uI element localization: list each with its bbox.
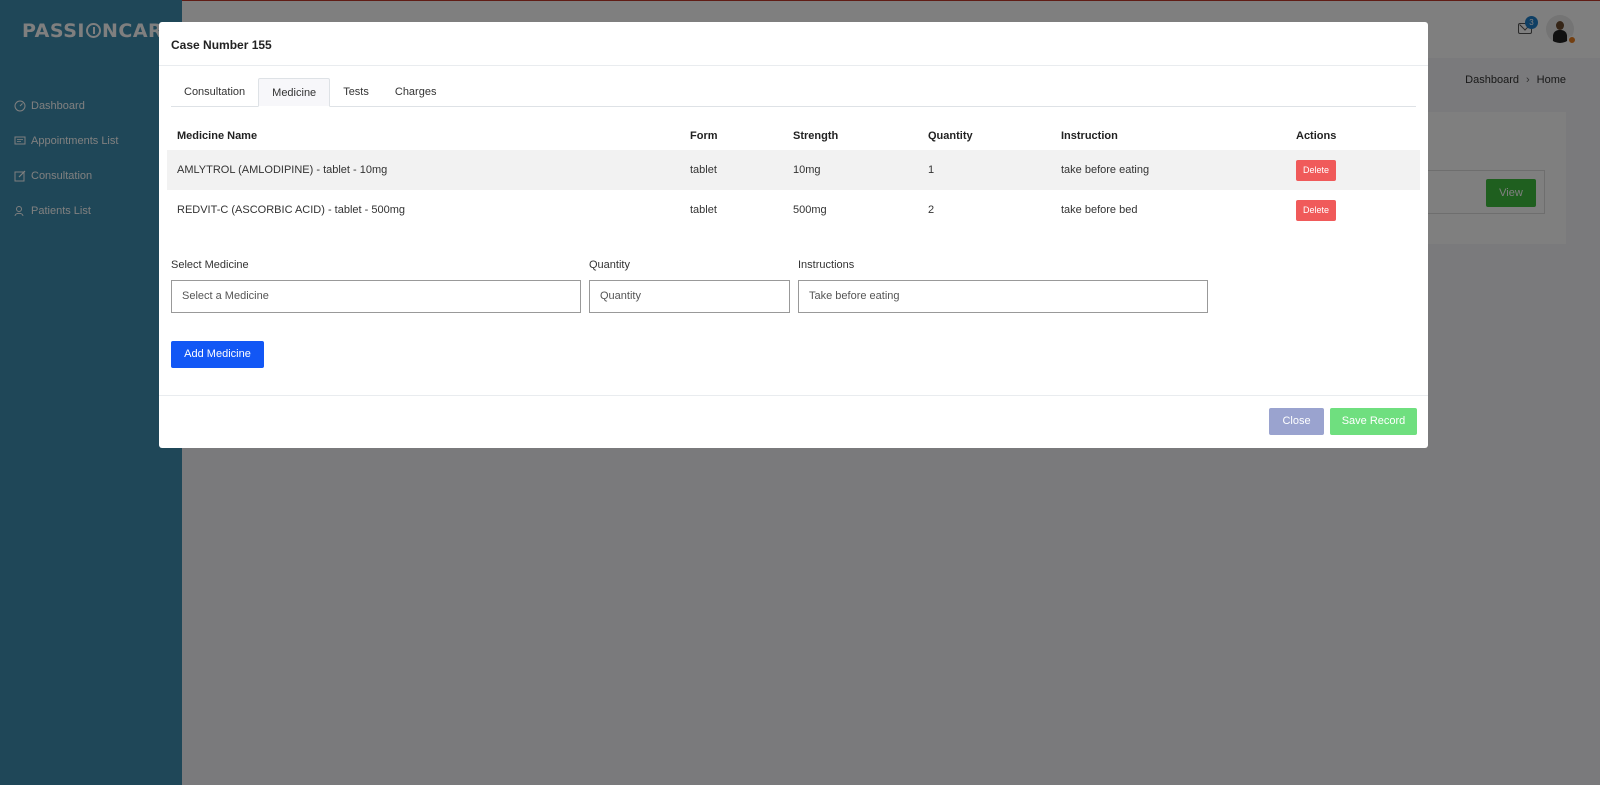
case-modal: Case Number 155 Consultation Medicine Te… — [159, 22, 1428, 448]
tab-medicine[interactable]: Medicine — [258, 78, 331, 107]
cell-form: tablet — [680, 150, 783, 190]
save-record-button[interactable]: Save Record — [1330, 408, 1417, 435]
select-medicine-label: Select Medicine — [171, 259, 249, 271]
header-quantity: Quantity — [928, 130, 973, 142]
cell-form: tablet — [690, 204, 717, 216]
cell-actions: Delete — [1286, 150, 1420, 190]
cell-instruction: take before bed — [1061, 204, 1138, 216]
header-actions: Actions — [1296, 130, 1337, 142]
header-instruction: Instruction — [1061, 130, 1118, 142]
quantity-label: Quantity — [589, 259, 630, 271]
modal-footer: Close Save Record — [159, 395, 1428, 448]
tab-bar: Consultation Medicine Tests Charges — [171, 78, 1416, 107]
table-row: AMLYTROL (AMLODIPINE) - tablet - 10mg ta… — [167, 150, 1420, 190]
table-header-row: Medicine Name Form Strength Quantity Ins… — [167, 122, 1420, 150]
header-form: Form — [690, 130, 718, 142]
cell-strength: 500mg — [793, 204, 827, 216]
delete-button[interactable]: Delete — [1296, 199, 1337, 221]
header-strength: Strength — [793, 130, 839, 142]
cell-quantity: 1 — [918, 150, 1051, 190]
cell-medicine-name: REDVIT-C (ASCORBIC ACID) - tablet - 500m… — [177, 204, 405, 216]
modal-header: Case Number 155 — [159, 22, 1428, 66]
tab-consultation[interactable]: Consultation — [171, 78, 258, 107]
tab-charges[interactable]: Charges — [382, 78, 450, 107]
cell-quantity: 2 — [928, 204, 935, 216]
tab-tests[interactable]: Tests — [330, 78, 382, 107]
table-row: REDVIT-C (ASCORBIC ACID) - tablet - 500m… — [167, 190, 1420, 230]
cell-strength: 10mg — [783, 150, 918, 190]
header-medicine-name: Medicine Name — [177, 130, 258, 142]
add-medicine-button[interactable]: Add Medicine — [171, 341, 264, 368]
instructions-label: Instructions — [798, 259, 855, 271]
quantity-input[interactable]: Quantity — [589, 280, 790, 313]
medicine-select[interactable]: Select a Medicine — [171, 280, 581, 313]
modal-title: Case Number 155 — [171, 38, 272, 52]
cell-instruction: take before eating — [1051, 150, 1286, 190]
medicine-table: Medicine Name Form Strength Quantity Ins… — [167, 122, 1420, 230]
cell-medicine-name: AMLYTROL (AMLODIPINE) - tablet - 10mg — [167, 150, 680, 190]
close-button[interactable]: Close — [1269, 408, 1324, 435]
cell-actions: Delete — [1286, 190, 1420, 230]
instructions-input[interactable]: Take before eating — [798, 280, 1208, 313]
delete-button[interactable]: Delete — [1296, 159, 1337, 181]
